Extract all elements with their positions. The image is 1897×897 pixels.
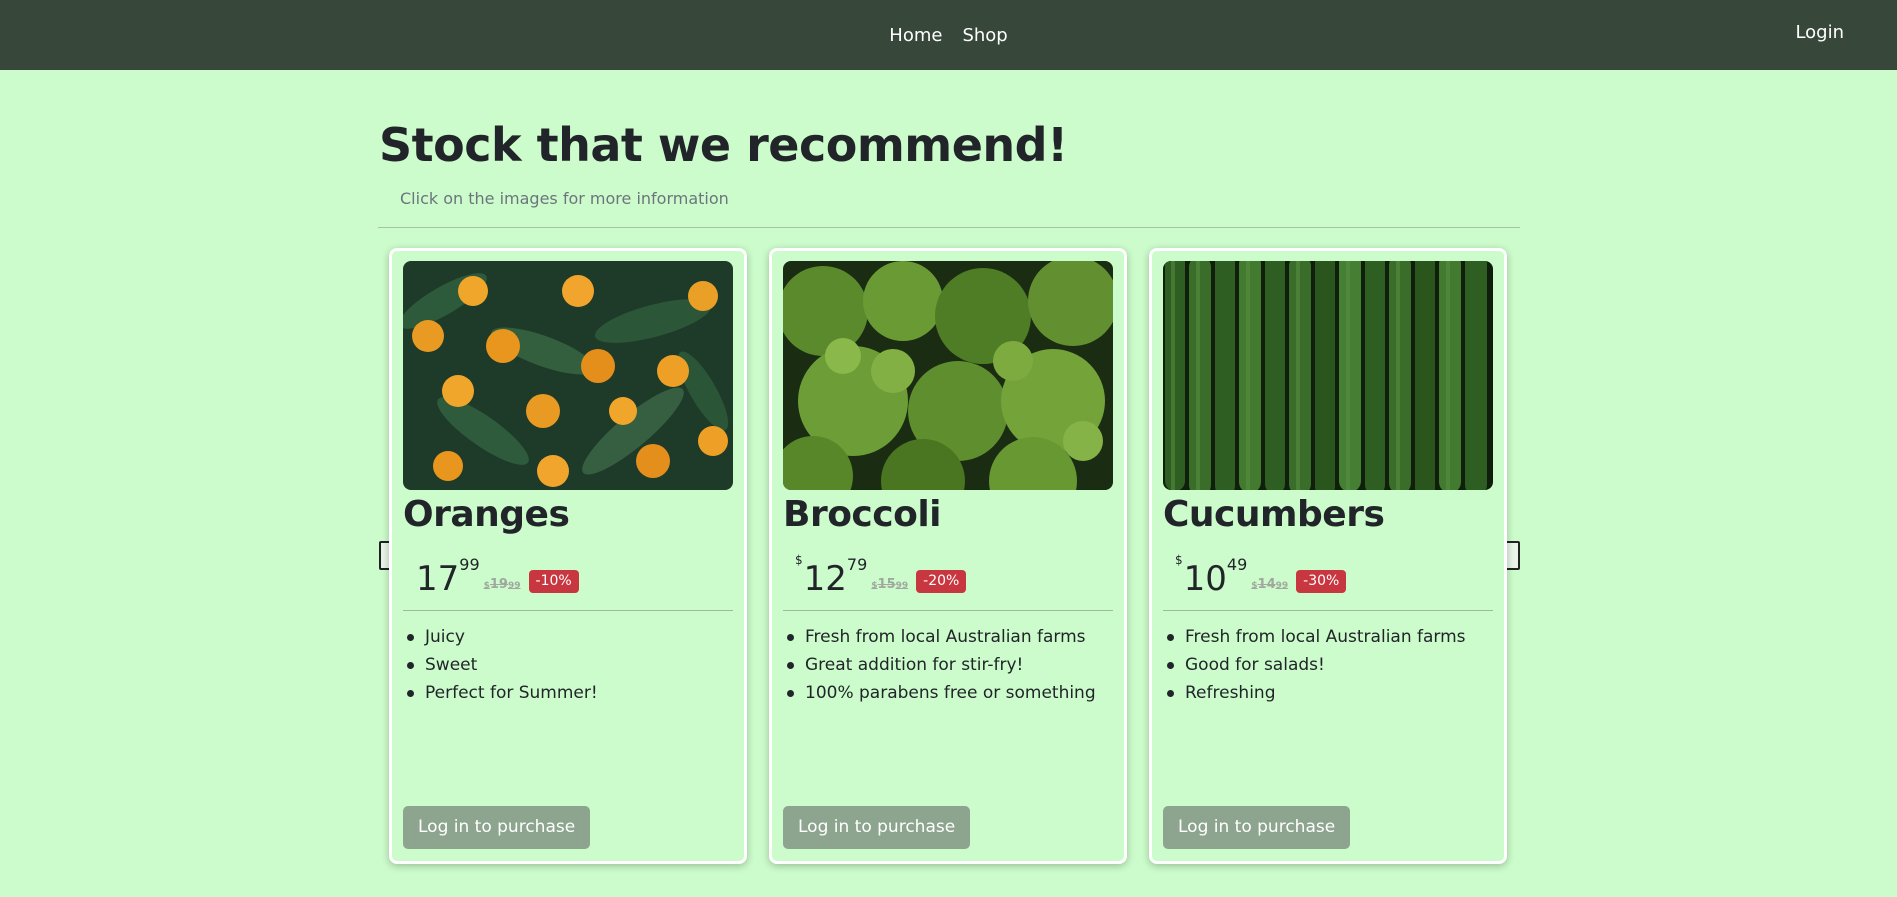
feature-list: Fresh from local Australian farms Good f… [1163,623,1493,707]
discount-badge: -20% [916,570,967,593]
price-cents: 99 [459,555,480,574]
price-currency: $ [1175,553,1183,567]
card-divider [1163,610,1493,611]
product-name: Cucumbers [1163,494,1385,535]
old-price-dollars: 19 [489,577,508,592]
old-price-cents: 99 [507,581,521,591]
feature-item: 100% parabens free or something [783,679,1113,707]
product-image-cucumbers[interactable] [1163,261,1493,490]
price-cents: 79 [846,555,868,574]
feature-list: Juicy Sweet Perfect for Summer! [403,623,733,707]
feature-item: Fresh from local Australian farms [783,623,1113,651]
old-price: $1999 [484,577,521,592]
product-card: Oranges 17 99 $1999 -10% Juicy Sweet Per… [389,248,747,864]
product-image-oranges[interactable] [403,261,733,490]
old-price: $1599 [871,577,908,592]
feature-item: Great addition for stir-fry! [783,651,1113,679]
product-card: Broccoli $ 12 79 $1599 -20% Fresh from l… [769,248,1127,864]
navbar: Home Shop Login [0,0,1897,70]
price: $ 10 49 $1499 -30% [1163,553,1347,599]
feature-item: Juicy [403,623,733,651]
nav-link-shop[interactable]: Shop [962,25,1007,46]
card-divider [783,610,1113,611]
discount-badge: -30% [1296,570,1347,593]
product-name: Broccoli [783,494,942,535]
product-image-broccoli[interactable] [783,261,1113,490]
price-cents: 49 [1226,555,1248,574]
price-dollars: 17 [416,559,460,599]
old-price-cents: 99 [895,581,909,591]
divider [378,227,1520,228]
feature-item: Refreshing [1163,679,1493,707]
price-dollars: 10 [1183,559,1227,599]
log-in-to-purchase-button[interactable]: Log in to purchase [783,806,971,849]
product-name: Oranges [403,494,570,535]
login-link[interactable]: Login [1795,22,1844,43]
log-in-to-purchase-button[interactable]: Log in to purchase [403,806,591,849]
price-currency: $ [795,553,803,567]
feature-item: Fresh from local Australian farms [1163,623,1493,651]
feature-list: Fresh from local Australian farms Great … [783,623,1113,707]
feature-item: Sweet [403,651,733,679]
page-subtitle: Click on the images for more information [400,189,729,208]
card-divider [403,610,733,611]
old-price-cents: 99 [1275,581,1289,591]
discount-badge: -10% [528,570,579,593]
log-in-to-purchase-button[interactable]: Log in to purchase [1163,806,1351,849]
product-card: Cucumbers $ 10 49 $1499 -30% Fresh from … [1149,248,1507,864]
price: 17 99 $1999 -10% [403,553,579,599]
price-dollars: 12 [803,559,847,599]
old-price-dollars: 14 [1257,577,1276,592]
old-price: $1499 [1251,577,1288,592]
old-price-dollars: 15 [877,577,896,592]
page-title: Stock that we recommend! [379,118,1068,172]
nav-links: Home Shop [0,0,1897,70]
feature-item: Perfect for Summer! [403,679,733,707]
nav-link-home[interactable]: Home [889,25,942,46]
feature-item: Good for salads! [1163,651,1493,679]
price: $ 12 79 $1599 -20% [783,553,967,599]
